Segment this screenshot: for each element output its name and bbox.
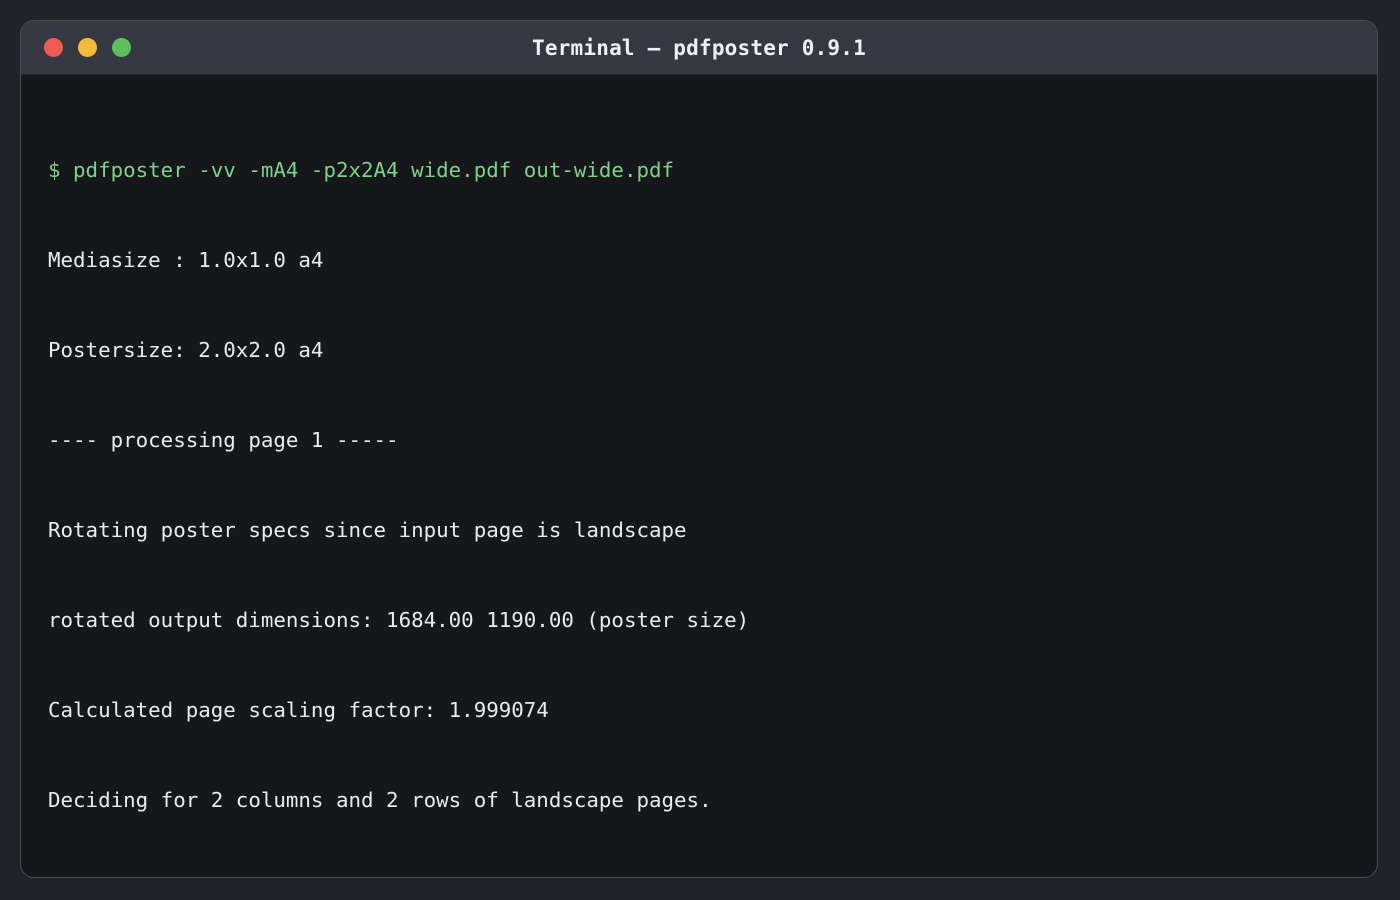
output-line: Deciding for 2 columns and 2 rows of lan… [48,788,712,812]
output-line: Calculated page scaling factor: 1.999074 [48,698,549,722]
command-line: $ pdfposter -vv -mA4 -p2x2A4 wide.pdf ou… [48,158,675,182]
output-line: Postersize: 2.0x2.0 a4 [48,338,324,362]
window-title: Terminal — pdfposter 0.9.1 [532,36,866,60]
output-line: rotated output dimensions: 1684.00 1190.… [48,608,750,632]
output-line: ---- processing page 1 ----- [48,428,399,452]
output-line: Mediasize : 1.0x1.0 a4 [48,248,324,272]
terminal-window: Terminal — pdfposter 0.9.1 $ pdfposter -… [20,20,1378,878]
title-bar[interactable]: Terminal — pdfposter 0.9.1 [21,21,1377,75]
terminal-output-area[interactable]: $ pdfposter -vv -mA4 -p2x2A4 wide.pdf ou… [48,95,1357,857]
output-line: Rotating poster specs since input page i… [48,518,687,542]
